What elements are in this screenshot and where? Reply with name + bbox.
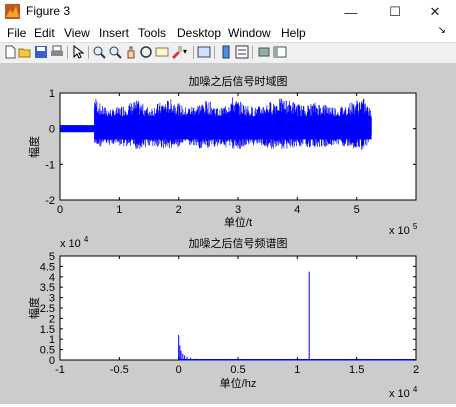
toolbar-separator: [214, 46, 215, 59]
y-tick-label: -1: [45, 159, 55, 171]
menu-bar: File Edit View Insert Tools Desktop Wind…: [0, 24, 456, 42]
dock-arrow-icon[interactable]: ↘: [438, 25, 446, 36]
print-icon[interactable]: [50, 45, 64, 59]
y-exponent-base: x 10: [60, 238, 81, 250]
menu-help[interactable]: Help: [281, 26, 306, 40]
x-exponent-label: x 10 4: [389, 385, 418, 400]
save-icon[interactable]: [34, 45, 48, 59]
x-exponent-power: 4: [413, 385, 418, 394]
menu-edit[interactable]: Edit: [34, 26, 55, 40]
y-tick-label: 0.5: [40, 345, 55, 357]
y-tick-label: 1: [49, 334, 55, 346]
y-tick-label: -2: [45, 195, 55, 207]
window-title: Figure 3: [26, 4, 71, 18]
chart-title: 加噪之后信号频谱图: [189, 236, 288, 250]
y-tick-label: 3: [49, 293, 55, 305]
x-tick-label: 0.5: [230, 364, 245, 376]
menu-insert[interactable]: Insert: [99, 26, 129, 40]
x-tick-label: 0: [176, 364, 182, 376]
toolbar-separator: [193, 46, 194, 59]
y-tick-label: 4.5: [40, 261, 55, 273]
x-exponent-power: 5: [413, 222, 418, 231]
hide-plot-tools-icon[interactable]: [257, 45, 271, 59]
y-axis-label: 幅度: [27, 136, 41, 158]
y-exponent-power: 4: [84, 235, 89, 244]
y-tick-label: 1.5: [40, 324, 55, 336]
x-tick-label: 2: [413, 364, 419, 376]
menu-file[interactable]: File: [7, 26, 26, 40]
figure-canvas[interactable]: 加噪之后信号时域图 单位/t 幅度 x 10 5 0 1 2 3 4 5 -2 -1 0 1 加噪…: [0, 63, 456, 404]
figure-toolbar: ▾: [0, 42, 456, 64]
x-tick-label: 1: [294, 364, 300, 376]
new-figure-icon[interactable]: [3, 45, 17, 59]
menu-desktop[interactable]: Desktop: [177, 26, 221, 40]
toolbar-separator: [88, 46, 89, 59]
x-tick-label: 2: [176, 204, 182, 216]
x-exponent-label: x 10 5: [389, 222, 418, 237]
time-domain-axes[interactable]: 加噪之后信号时域图 单位/t 幅度 x 10 5 0 1 2 3 4 5 -2 -1 0 1: [27, 74, 418, 237]
x-tick-label: 0: [57, 204, 63, 216]
y-tick-label: 3.5: [40, 282, 55, 294]
chart-title: 加噪之后信号时域图: [189, 74, 288, 88]
x-tick-label: 5: [354, 204, 360, 216]
x-tick-label: 4: [294, 204, 300, 216]
legend-icon[interactable]: [235, 45, 249, 59]
x-tick-label: -0.5: [110, 364, 129, 376]
x-axis-label: 单位/hz: [220, 376, 257, 390]
baseline-noise-band: [60, 125, 95, 133]
maximize-button[interactable]: ☐: [374, 0, 416, 24]
zoom-out-icon[interactable]: [108, 45, 122, 59]
colorbar-icon[interactable]: [219, 45, 233, 59]
edit-plot-arrow-icon[interactable]: [71, 45, 85, 59]
frequency-spectrum-axes[interactable]: 加噪之后信号频谱图 单位/hz 幅度 x 10 4 x 10 4 -1 -0.5 0…: [27, 235, 419, 400]
menu-tools[interactable]: Tools: [138, 26, 166, 40]
x-tick-label: 3: [235, 204, 241, 216]
title-bar: Figure 3 — ☐ ✕: [0, 0, 456, 24]
zoom-in-icon[interactable]: [92, 45, 106, 59]
y-tick-label: 4: [49, 272, 55, 284]
brush-dropdown-icon[interactable]: ▾: [183, 47, 197, 61]
x-exponent-base: x 10: [389, 225, 410, 237]
rotate-3d-icon[interactable]: [139, 45, 153, 59]
toolbar-separator: [252, 46, 253, 59]
minimize-button[interactable]: —: [330, 0, 372, 24]
data-cursor-icon[interactable]: [155, 45, 169, 59]
x-tick-label: 1.5: [349, 364, 364, 376]
x-tick-label: -1: [55, 364, 65, 376]
brush-icon[interactable]: [170, 45, 184, 59]
y-tick-label: 0: [49, 355, 55, 367]
toolbar-separator: [67, 46, 68, 59]
close-button[interactable]: ✕: [414, 0, 456, 24]
y-tick-label: 2: [49, 313, 55, 325]
figure-plots: 加噪之后信号时域图 单位/t 幅度 x 10 5 0 1 2 3 4 5-2-101 加噪…: [27, 74, 419, 400]
signal-body: [94, 116, 372, 140]
menu-view[interactable]: View: [64, 26, 90, 40]
y-exponent-label: x 10 4: [60, 235, 89, 250]
link-plot-icon[interactable]: [197, 45, 211, 59]
y-tick-label: 5: [49, 251, 55, 263]
pan-icon[interactable]: [124, 45, 138, 59]
open-file-icon[interactable]: [18, 45, 32, 59]
axes-box: [59, 255, 417, 361]
y-tick-label: 1: [49, 88, 55, 100]
y-tick-label: 2.5: [40, 303, 55, 315]
matlab-app-icon: [5, 4, 20, 19]
x-axis-label: 单位/t: [224, 215, 252, 229]
x-tick-label: 1: [116, 204, 122, 216]
show-plot-tools-icon[interactable]: [273, 45, 287, 59]
menu-window[interactable]: Window: [228, 26, 271, 40]
y-tick-label: 0: [49, 124, 55, 136]
x-exponent-base: x 10: [389, 388, 410, 400]
